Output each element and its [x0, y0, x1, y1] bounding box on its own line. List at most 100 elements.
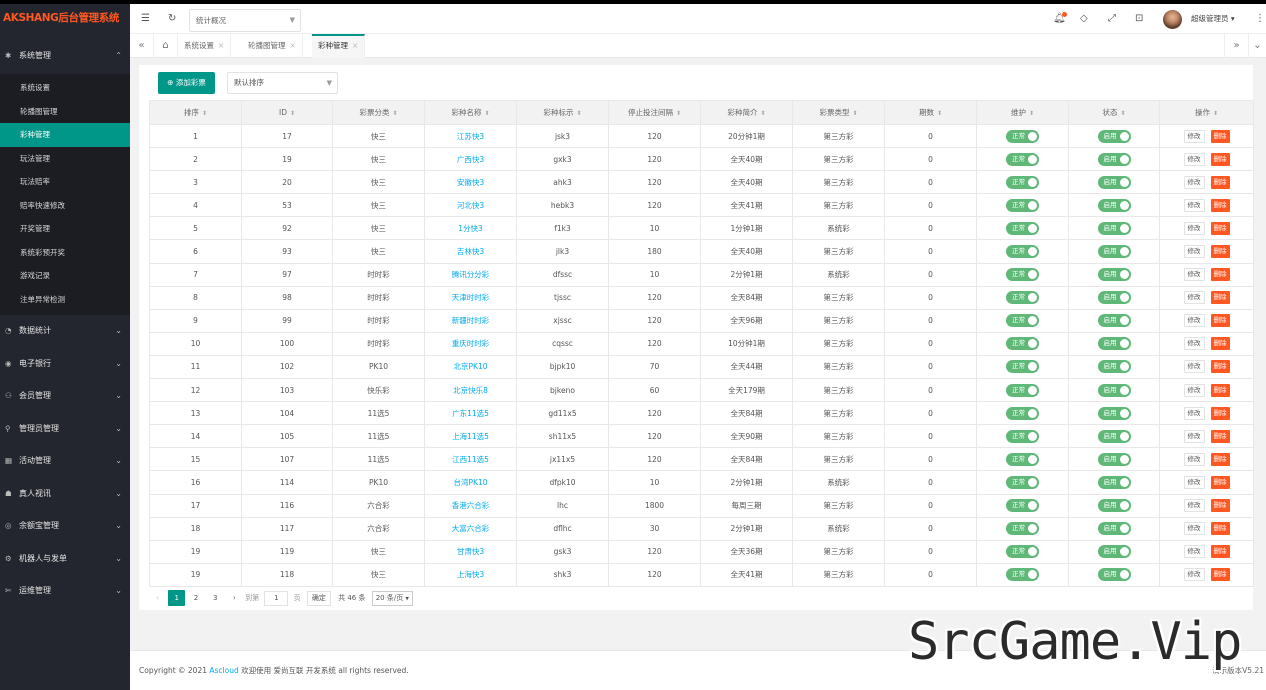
delete-button[interactable]: 删除	[1210, 499, 1230, 513]
sort-icon[interactable]: ⬍	[852, 110, 857, 117]
lottery-name-link[interactable]: 广东11选5	[424, 401, 517, 426]
edit-button[interactable]: 修改	[1183, 245, 1205, 259]
column-header[interactable]: 彩种标示 ⬍	[516, 100, 609, 125]
status-toggle[interactable]: 启用	[1097, 499, 1131, 513]
edit-button[interactable]: 修改	[1183, 221, 1205, 235]
sidebar-group-admins[interactable]: ⚲ 管理员管理 ⌄	[0, 413, 130, 446]
sort-icon[interactable]: ⬍	[676, 110, 681, 117]
maintain-toggle[interactable]: 正常	[1006, 129, 1039, 143]
sidebar-group-members[interactable]: ⚇ 会员管理 ⌄	[0, 380, 130, 413]
sidebar-item-carousel[interactable]: 轮播图管理	[0, 100, 130, 124]
lottery-name-link[interactable]: 上海快3	[424, 562, 517, 587]
page-3[interactable]: 3	[207, 590, 224, 606]
status-toggle[interactable]: 启用	[1097, 198, 1131, 212]
delete-button[interactable]: 删除	[1210, 198, 1230, 212]
sort-icon[interactable]: ⬍	[290, 110, 295, 117]
maintain-toggle[interactable]: 正常	[1006, 499, 1039, 513]
sort-icon[interactable]: ⬍	[576, 110, 581, 117]
tab-carousel[interactable]: 轮播图管理 ×	[242, 34, 303, 58]
delete-button[interactable]: 删除	[1210, 314, 1230, 328]
sidebar-item-bet-check[interactable]: 注单异常检测	[0, 288, 130, 312]
tab-lottery[interactable]: 彩种管理 ×	[312, 34, 366, 58]
edit-button[interactable]: 修改	[1183, 568, 1205, 582]
goto-confirm-button[interactable]: 确定	[306, 590, 331, 606]
user-menu[interactable]: 超级管理员 ▾	[1191, 4, 1235, 34]
status-toggle[interactable]: 启用	[1097, 360, 1131, 374]
maintain-toggle[interactable]: 正常	[1006, 429, 1039, 443]
menu-toggle-icon[interactable]: ☰	[141, 4, 150, 34]
sidebar-item-playtype[interactable]: 玩法管理	[0, 147, 130, 171]
edit-button[interactable]: 修改	[1183, 129, 1205, 143]
lottery-name-link[interactable]: 北京快乐8	[424, 378, 517, 403]
lottery-name-link[interactable]: 腾讯分分彩	[424, 262, 517, 287]
delete-button[interactable]: 删除	[1210, 360, 1230, 374]
lock-icon[interactable]: ⊡	[1135, 4, 1143, 34]
edit-button[interactable]: 修改	[1183, 337, 1205, 351]
tabs-prev-icon[interactable]: «	[130, 34, 154, 58]
tabs-menu-icon[interactable]: ⌄	[1248, 34, 1266, 58]
maintain-toggle[interactable]: 正常	[1006, 337, 1039, 351]
home-icon[interactable]: ⌂	[154, 34, 178, 58]
column-header[interactable]: ID ⬍	[241, 100, 333, 125]
page-size-select[interactable]: 20 条/页 ▾	[371, 590, 413, 606]
status-toggle[interactable]: 启用	[1097, 522, 1131, 536]
page-1[interactable]: 1	[168, 590, 186, 606]
lottery-name-link[interactable]: 河北快3	[424, 193, 517, 218]
sidebar-item-odds-quick[interactable]: 赔率快速修改	[0, 194, 130, 218]
status-toggle[interactable]: 启用	[1097, 291, 1131, 305]
more-vertical-icon[interactable]: ⋮	[1255, 4, 1265, 34]
maintain-toggle[interactable]: 正常	[1006, 452, 1039, 466]
edit-button[interactable]: 修改	[1183, 429, 1205, 443]
edit-button[interactable]: 修改	[1183, 291, 1205, 305]
column-header[interactable]: 操作 ⬍	[1159, 100, 1254, 125]
delete-button[interactable]: 删除	[1210, 475, 1230, 489]
column-header[interactable]: 彩票分类 ⬍	[332, 100, 425, 125]
lottery-name-link[interactable]: 天津时时彩	[424, 285, 517, 310]
delete-button[interactable]: 删除	[1210, 522, 1230, 536]
sidebar-item-odds[interactable]: 玩法赔率	[0, 170, 130, 194]
tag-icon[interactable]: ◇	[1080, 4, 1088, 34]
lottery-name-link[interactable]: 重庆时时彩	[424, 331, 517, 356]
sort-icon[interactable]: ⬍	[202, 110, 207, 117]
tab-system-settings[interactable]: 系统设置 ×	[178, 34, 232, 58]
maintain-toggle[interactable]: 正常	[1006, 383, 1039, 397]
edit-button[interactable]: 修改	[1183, 522, 1205, 536]
close-icon[interactable]: ×	[290, 41, 296, 50]
sort-select[interactable]: 默认排序 ▼	[227, 72, 338, 94]
status-toggle[interactable]: 启用	[1097, 175, 1131, 189]
sort-icon[interactable]: ⬍	[1213, 110, 1218, 117]
edit-button[interactable]: 修改	[1183, 175, 1205, 189]
sidebar-item-lottery[interactable]: 彩种管理	[0, 123, 130, 147]
fullscreen-icon[interactable]: ⤢	[1108, 4, 1116, 34]
edit-button[interactable]: 修改	[1183, 499, 1205, 513]
page-2[interactable]: 2	[187, 590, 204, 606]
status-toggle[interactable]: 启用	[1097, 568, 1131, 582]
column-header[interactable]: 维护 ⬍	[976, 100, 1069, 125]
sidebar-group-activity[interactable]: ▦ 活动管理 ⌄	[0, 445, 130, 478]
sidebar-item-draw[interactable]: 开奖管理	[0, 217, 130, 241]
stats-select[interactable]: 统计概况 ▼	[189, 9, 301, 32]
maintain-toggle[interactable]: 正常	[1006, 545, 1039, 559]
sidebar-item-predraw[interactable]: 系统彩预开奖	[0, 241, 130, 265]
sidebar-group-robot[interactable]: ⚙ 机器人与发单 ⌄	[0, 543, 130, 576]
sort-icon[interactable]: ⬍	[760, 110, 765, 117]
page-next-icon[interactable]: ›	[226, 590, 243, 606]
delete-button[interactable]: 删除	[1210, 152, 1230, 166]
lottery-name-link[interactable]: 北京PK10	[424, 354, 517, 380]
lottery-name-link[interactable]: 安徽快3	[424, 170, 517, 195]
sidebar-item-game-records[interactable]: 游戏记录	[0, 264, 130, 288]
sidebar-group-bank[interactable]: ◉ 电子银行 ⌄	[0, 348, 130, 381]
lottery-name-link[interactable]: 上海11选5	[424, 424, 517, 449]
status-toggle[interactable]: 启用	[1097, 383, 1131, 397]
edit-button[interactable]: 修改	[1183, 475, 1205, 489]
refresh-icon[interactable]: ↻	[168, 4, 176, 34]
column-header[interactable]: 期数 ⬍	[884, 100, 977, 125]
bell-icon[interactable]: 🔔︎	[1053, 4, 1066, 34]
edit-button[interactable]: 修改	[1183, 406, 1205, 420]
avatar[interactable]	[1163, 10, 1182, 29]
status-toggle[interactable]: 启用	[1097, 221, 1131, 235]
lottery-name-link[interactable]: 台湾PK10	[424, 470, 517, 495]
delete-button[interactable]: 删除	[1210, 291, 1230, 305]
sidebar-group-ops[interactable]: ✄ 运维管理 ⌄	[0, 575, 130, 608]
delete-button[interactable]: 删除	[1210, 175, 1230, 189]
